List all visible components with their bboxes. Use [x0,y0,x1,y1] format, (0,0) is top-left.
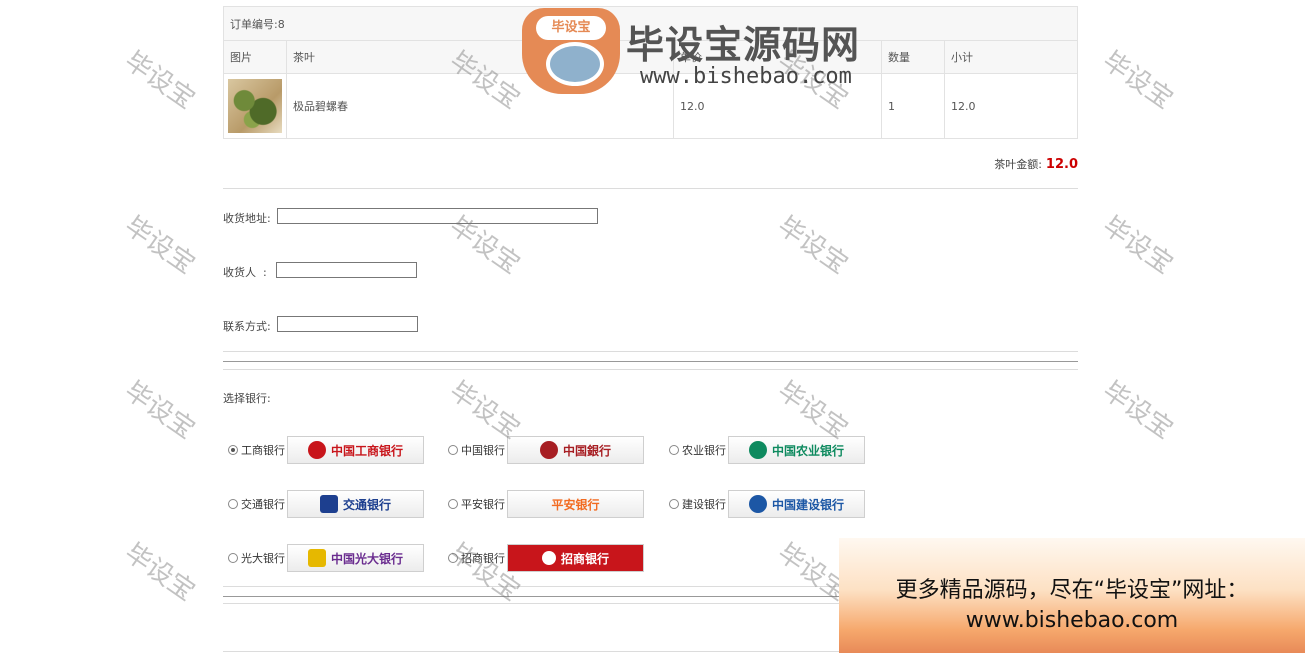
watermark-text: 毕设宝 [119,210,201,281]
watermark-text: 毕设宝 [1097,45,1179,116]
receiver-input[interactable] [276,262,417,278]
ad-url: www.bishebao.com [965,608,1179,633]
watermark-text: 毕设宝 [119,375,201,446]
radio-abc[interactable] [669,445,679,455]
divider [223,351,1078,352]
watermark-text: 毕设宝 [444,375,526,446]
total-label: 茶叶金额: [994,158,1042,171]
watermark-text: 毕设宝 [772,375,854,446]
bank-option-boc[interactable]: 中国银行 中国銀行 [448,436,644,464]
address-input[interactable] [277,208,598,224]
brand-url: www.bishebao.com [640,64,852,89]
tea-thumbnail[interactable] [228,79,282,133]
radio-bocom[interactable] [228,499,238,509]
total-value: 12.0 [1045,157,1078,172]
radio-boc[interactable] [448,445,458,455]
cmb-logo[interactable]: 招商银行 [507,544,644,572]
divider [223,369,1078,370]
bank-option-bocom[interactable]: 交通银行 交通银行 [228,490,424,518]
contact-label: 联系方式: [223,320,271,333]
divider [223,361,1078,362]
radio-icbc[interactable] [228,445,238,455]
watermark-text: 毕设宝 [1097,210,1179,281]
bank-select-heading: 选择银行: [223,392,271,405]
order-total: 茶叶金额: 12.0 [994,156,1078,172]
ceb-logo[interactable]: 中国光大银行 [287,544,424,572]
radio-ccb[interactable] [669,499,679,509]
ad-banner[interactable]: 更多精品源码，尽在“毕设宝”网址： www.bishebao.com [839,538,1305,653]
contact-input[interactable] [277,316,418,332]
watermark-text: 毕设宝 [119,45,201,116]
bocom-logo[interactable]: 交通银行 [287,490,424,518]
boc-logo[interactable]: 中国銀行 [507,436,644,464]
radio-ceb[interactable] [228,553,238,563]
ad-line-1: 更多精品源码，尽在“毕设宝”网址： [895,578,1249,603]
col-header-subtotal: 小计 [944,40,1078,74]
bank-option-ceb[interactable]: 光大银行 中国光大银行 [228,544,424,572]
item-subtotal: 12.0 [944,73,1078,139]
bank-option-icbc[interactable]: 工商银行 中国工商银行 [228,436,424,464]
ccb-logo[interactable]: 中国建设银行 [728,490,865,518]
brand-title: 毕设宝源码网 [626,23,861,67]
watermark-text: 毕设宝 [772,210,854,281]
watermark-text: 毕设宝 [119,537,201,608]
abc-logo[interactable]: 中国农业银行 [728,436,865,464]
col-header-image: 图片 [223,40,287,74]
receiver-label: 收货人 : [223,266,267,279]
address-label: 收货地址: [223,212,271,225]
bank-option-ccb[interactable]: 建设银行 中国建设银行 [669,490,865,518]
brand-mascot-icon: 毕设宝 [522,8,620,94]
watermark-text: 毕设宝 [1097,375,1179,446]
divider [223,188,1078,189]
radio-pingan[interactable] [448,499,458,509]
brand-logo: 毕设宝 毕设宝源码网 www.bishebao.com [522,8,902,98]
pingan-logo[interactable]: 平安银行 [507,490,644,518]
icbc-logo[interactable]: 中国工商银行 [287,436,424,464]
bank-option-pingan[interactable]: 平安银行 平安银行 [448,490,644,518]
